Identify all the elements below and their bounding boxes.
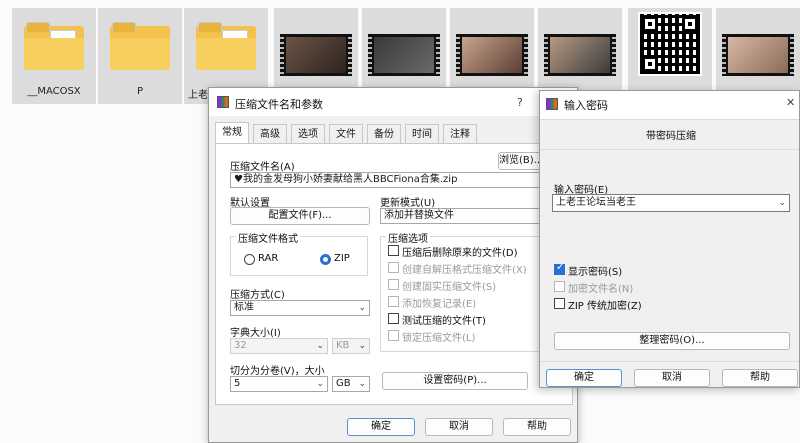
password-value: 上老王论坛当老王 xyxy=(556,197,636,208)
option-checkbox xyxy=(388,262,399,273)
split-unit-select[interactable]: GB ⌄ xyxy=(332,376,370,392)
folder-icon xyxy=(110,22,170,70)
rar-label: RAR xyxy=(258,253,279,264)
zip-legacy-checkbox[interactable] xyxy=(554,298,565,309)
dialog-title: 输入密码 xyxy=(564,99,608,112)
zip-label: ZIP xyxy=(334,253,350,264)
dict-select: 32 ⌄ xyxy=(230,338,328,354)
password-dialog: 输入密码 ✕ 带密码压缩 输入密码(E) 上老王论坛当老王 ⌄ 显示密码(S) … xyxy=(539,90,800,388)
split-unit: GB xyxy=(336,378,351,389)
winrar-icon xyxy=(546,98,558,110)
profiles-button[interactable]: 配置文件(F)... xyxy=(230,207,370,225)
dict-value: 32 xyxy=(234,340,247,351)
set-password-button[interactable]: 设置密码(P)... xyxy=(382,372,528,390)
tab-time[interactable]: 时间 xyxy=(405,124,439,144)
dict-unit-select: KB ⌄ xyxy=(332,338,370,354)
divider xyxy=(540,119,799,120)
option-checkbox xyxy=(388,279,399,290)
zip-legacy-label: ZIP 传统加密(Z) xyxy=(568,301,642,312)
rar-radio[interactable] xyxy=(244,254,255,265)
method-select[interactable]: 标准 ⌄ xyxy=(230,300,370,316)
tab-general[interactable]: 常规 xyxy=(215,122,249,144)
dialog-subtitle: 带密码压缩 xyxy=(646,131,696,142)
divider xyxy=(540,361,799,362)
dialog-title: 压缩文件名和参数 xyxy=(235,98,323,111)
cancel-button[interactable]: 取消 xyxy=(634,369,710,387)
file-label: __MACOSX xyxy=(27,86,81,97)
method-value: 标准 xyxy=(234,302,254,313)
option-checkbox[interactable] xyxy=(388,313,399,324)
video-thumbnail xyxy=(722,34,794,76)
video-thumbnail xyxy=(368,34,440,76)
zip-radio[interactable] xyxy=(320,254,331,265)
split-value: 5 xyxy=(234,378,241,389)
split-select[interactable]: 5 ⌄ xyxy=(230,376,328,392)
option-checkbox xyxy=(388,330,399,341)
tab-backup[interactable]: 备份 xyxy=(367,124,401,144)
help-button[interactable]: 帮助 xyxy=(503,418,571,436)
video-thumbnail xyxy=(280,34,352,76)
close-icon[interactable]: ✕ xyxy=(786,96,795,109)
dict-label: 字典大小(I) xyxy=(230,328,281,339)
general-panel: 压缩文件名(A) 浏览(B)... ♥我的金发母狗小娇妻献给黑人BBCFiona… xyxy=(215,143,573,405)
options-group-label: 压缩选项 xyxy=(386,230,430,245)
ok-button[interactable]: 确定 xyxy=(546,369,622,387)
tab-comment[interactable]: 注释 xyxy=(443,124,477,144)
winrar-icon xyxy=(217,96,229,108)
tab-advanced[interactable]: 高级 xyxy=(253,124,287,144)
cancel-button[interactable]: 取消 xyxy=(425,418,493,436)
update-mode-label: 更新模式(U) xyxy=(380,198,436,209)
encrypt-names-label: 加密文件名(N) xyxy=(568,284,634,295)
browse-button[interactable]: 浏览(B)... xyxy=(498,152,544,170)
format-group-label: 压缩文件格式 xyxy=(236,230,300,245)
title-bar: 输入密码 ✕ xyxy=(540,91,799,119)
desktop: __MACOSX P 上老王论坛当 压缩文件名和参数 ? xyxy=(0,0,800,443)
help-button[interactable]: 帮助 xyxy=(722,369,798,387)
tab-options[interactable]: 选项 xyxy=(291,124,325,144)
option-checkbox[interactable] xyxy=(388,245,399,256)
archive-name-input[interactable]: ♥我的金发母狗小娇妻献给黑人BBCFiona合集.zip xyxy=(230,172,558,188)
method-label: 压缩方式(C) xyxy=(230,290,285,301)
show-password-label: 显示密码(S) xyxy=(568,267,623,278)
help-icon[interactable]: ? xyxy=(517,96,523,109)
folder-icon xyxy=(24,22,84,70)
video-thumbnail xyxy=(544,34,616,76)
option-label: 锁定压缩文件(L) xyxy=(402,333,476,344)
organize-passwords-button[interactable]: 整理密码(O)... xyxy=(554,332,790,350)
chevron-down-icon: ⌄ xyxy=(358,341,366,351)
password-input[interactable]: 上老王论坛当老王 ⌄ xyxy=(552,194,790,212)
ok-button[interactable]: 确定 xyxy=(347,418,415,436)
archive-dialog: 压缩文件名和参数 ? 常规 高级 选项 文件 备份 时间 注释 压缩文件名(A)… xyxy=(208,87,578,443)
divider xyxy=(540,149,799,150)
tab-files[interactable]: 文件 xyxy=(329,124,363,144)
title-bar: 压缩文件名和参数 ? xyxy=(209,88,577,116)
chevron-down-icon: ⌄ xyxy=(358,303,366,313)
folder-macosx[interactable]: __MACOSX xyxy=(12,8,96,104)
option-label: 创建固实压缩文件(S) xyxy=(402,282,497,293)
chevron-down-icon: ⌄ xyxy=(778,198,786,208)
folder-icon xyxy=(196,22,256,70)
option-label: 压缩后删除原来的文件(D) xyxy=(402,248,518,259)
dict-unit: KB xyxy=(336,340,350,351)
chevron-down-icon: ⌄ xyxy=(358,379,366,389)
archive-name-label: 压缩文件名(A) xyxy=(230,162,295,173)
encrypt-names-checkbox xyxy=(554,281,565,292)
option-label: 创建自解压格式压缩文件(X) xyxy=(402,265,527,276)
chevron-down-icon: ⌄ xyxy=(316,341,324,351)
chevron-down-icon: ⌄ xyxy=(316,379,324,389)
split-label: 切分为分卷(V)，大小 xyxy=(230,366,325,377)
folder-p[interactable]: P xyxy=(98,8,182,104)
option-checkbox xyxy=(388,296,399,307)
qr-code-icon xyxy=(638,12,702,76)
video-thumbnail xyxy=(456,34,528,76)
option-label: 添加恢复记录(E) xyxy=(402,299,477,310)
update-mode-select[interactable]: 添加并替换文件 xyxy=(380,208,558,224)
option-label: 测试压缩的文件(T) xyxy=(402,316,486,327)
show-password-checkbox[interactable] xyxy=(554,262,565,275)
file-label: P xyxy=(136,86,144,97)
